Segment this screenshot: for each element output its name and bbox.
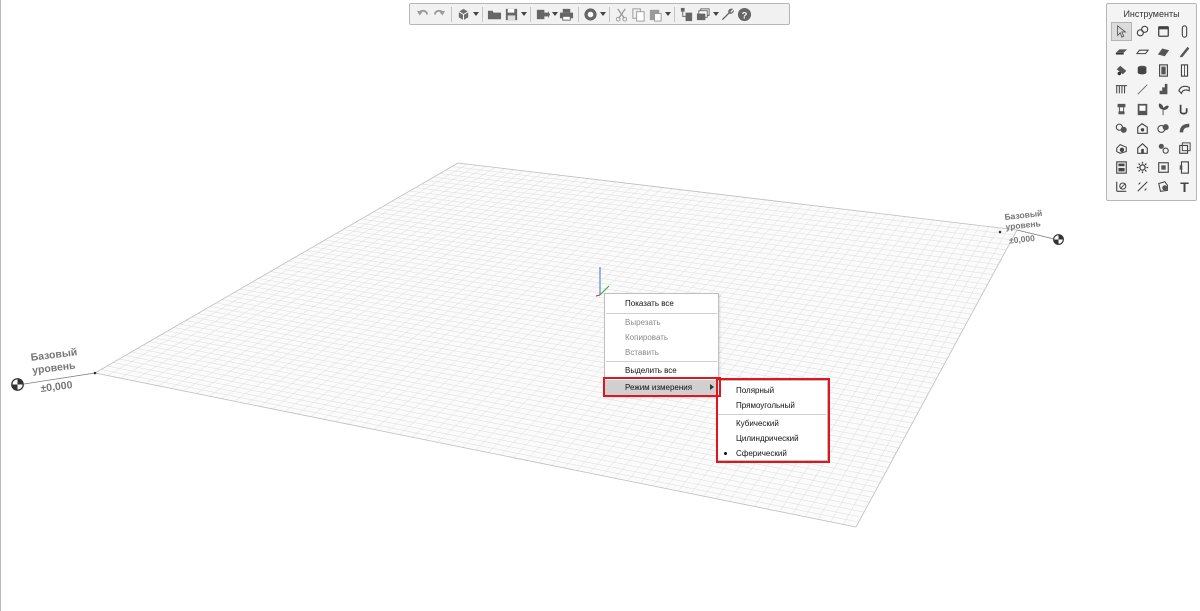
tools-palette-title: Инструменты bbox=[1123, 9, 1180, 19]
submenu-item-label: Сферический bbox=[736, 449, 787, 458]
select-arrow-icon[interactable] bbox=[1111, 22, 1132, 42]
pipe-icon[interactable] bbox=[1174, 100, 1195, 119]
menu-item-copy[interactable]: Копировать bbox=[605, 330, 718, 345]
shape-icon[interactable] bbox=[1174, 119, 1195, 138]
wall-icon[interactable] bbox=[1153, 22, 1174, 41]
text-tool-glyph: T bbox=[1180, 178, 1189, 195]
toolbar-separator bbox=[530, 6, 531, 22]
submenu-item-cylindrical[interactable]: Цилиндрический bbox=[717, 431, 827, 446]
undo-icon[interactable] bbox=[414, 5, 431, 23]
redo-icon[interactable] bbox=[431, 5, 448, 23]
submenu-item-cubic[interactable]: Кубический bbox=[717, 416, 827, 431]
menu-separator bbox=[606, 313, 717, 314]
fixture-icon[interactable] bbox=[1111, 100, 1132, 119]
plant-icon[interactable] bbox=[1153, 100, 1174, 119]
submenu-arrow-icon bbox=[710, 384, 714, 390]
render-icon[interactable] bbox=[582, 5, 599, 23]
level-name-line2: уровень bbox=[1005, 218, 1042, 232]
cut-plane-icon[interactable] bbox=[1132, 177, 1153, 196]
tools-grid: T bbox=[1111, 22, 1195, 197]
help-icon[interactable]: ? bbox=[736, 5, 753, 23]
layers-dropdown-icon[interactable] bbox=[712, 5, 719, 23]
beam-icon[interactable] bbox=[1132, 41, 1153, 60]
cut-icon[interactable] bbox=[613, 5, 630, 23]
gear-icon[interactable] bbox=[1132, 158, 1153, 177]
export-dropdown-icon[interactable] bbox=[551, 5, 558, 23]
save-icon[interactable] bbox=[503, 5, 520, 23]
level-marker-icon[interactable] bbox=[11, 378, 24, 391]
open-folder-icon[interactable] bbox=[486, 5, 503, 23]
box-icon[interactable] bbox=[1174, 138, 1195, 157]
tools-palette: Инструменты T bbox=[1106, 3, 1197, 201]
save-dropdown-icon[interactable] bbox=[520, 5, 527, 23]
light-icon[interactable] bbox=[1153, 138, 1174, 157]
render-dropdown-icon[interactable] bbox=[599, 5, 606, 23]
base-level-label-left: Базовый уровень ±0,000 bbox=[30, 346, 82, 396]
materials-icon[interactable] bbox=[1153, 119, 1174, 138]
menu-separator bbox=[718, 414, 826, 415]
level-marker-icon[interactable] bbox=[1053, 234, 1064, 245]
menu-item-paste[interactable]: Вставить bbox=[605, 345, 718, 360]
room-icon[interactable] bbox=[1153, 158, 1174, 177]
toolbar-separator bbox=[482, 6, 483, 22]
column-icon[interactable] bbox=[1174, 22, 1195, 41]
checked-bullet-icon bbox=[724, 452, 727, 455]
roof-icon[interactable] bbox=[1153, 41, 1174, 60]
toolbar-separator bbox=[674, 6, 675, 22]
toolbar-separator bbox=[609, 6, 610, 22]
pencil-icon[interactable] bbox=[1174, 41, 1195, 60]
object-icon[interactable] bbox=[1132, 119, 1153, 138]
3d-view-icon[interactable] bbox=[455, 5, 472, 23]
cylinder-icon[interactable] bbox=[1132, 61, 1153, 80]
layers-icon[interactable] bbox=[695, 5, 712, 23]
svg-text:?: ? bbox=[742, 10, 748, 20]
print-icon[interactable] bbox=[558, 5, 575, 23]
mesh-icon[interactable] bbox=[1111, 61, 1132, 80]
line-icon[interactable] bbox=[1132, 80, 1153, 99]
menu-item-cut[interactable]: Вырезать bbox=[605, 315, 718, 330]
house-icon[interactable] bbox=[1132, 138, 1153, 157]
toolbar-separator bbox=[451, 6, 452, 22]
label-icon[interactable] bbox=[1153, 177, 1174, 196]
menu-separator bbox=[606, 361, 717, 362]
submenu-item-rectangular[interactable]: Прямоугольный bbox=[717, 398, 827, 413]
furniture-icon[interactable] bbox=[1111, 138, 1132, 157]
duct-icon[interactable] bbox=[1174, 80, 1195, 99]
menu-separator bbox=[606, 378, 717, 379]
measure-mode-submenu: Полярный Прямоугольный Кубический Цилинд… bbox=[716, 380, 828, 461]
paste-dropdown-icon[interactable] bbox=[664, 5, 671, 23]
menu-item-measure-mode[interactable]: Режим измерения bbox=[605, 380, 718, 396]
section-icon[interactable] bbox=[1111, 177, 1132, 196]
submenu-item-polar[interactable]: Полярный bbox=[717, 383, 827, 398]
wrench-icon[interactable] bbox=[719, 5, 736, 23]
toolbar-separator bbox=[578, 6, 579, 22]
export-icon[interactable] bbox=[534, 5, 551, 23]
building-icon[interactable] bbox=[1111, 158, 1132, 177]
plan-icon[interactable] bbox=[678, 5, 695, 23]
base-level-label-right: Базовый уровень ±0,000 bbox=[1004, 208, 1045, 246]
texture-icon[interactable] bbox=[1111, 119, 1132, 138]
level-anchor-dot bbox=[998, 230, 1002, 234]
3d-view-dropdown-icon[interactable] bbox=[472, 5, 479, 23]
camera-icon[interactable] bbox=[1132, 22, 1153, 41]
level-anchor-dot bbox=[93, 371, 97, 375]
menu-item-label: Режим измерения bbox=[625, 383, 693, 392]
workspace-grid[interactable] bbox=[0, 0, 1200, 611]
stair-icon[interactable] bbox=[1153, 80, 1174, 99]
main-toolbar: ? bbox=[409, 3, 790, 25]
door-icon[interactable] bbox=[1153, 61, 1174, 80]
cabinet-icon[interactable] bbox=[1132, 100, 1153, 119]
paste-icon[interactable] bbox=[647, 5, 664, 23]
slab-icon[interactable] bbox=[1111, 41, 1132, 60]
menu-item-select-all[interactable]: Выделить все bbox=[605, 363, 718, 378]
text-icon[interactable]: T bbox=[1174, 177, 1195, 196]
context-menu: Показать все Вырезать Копировать Вставит… bbox=[604, 293, 719, 397]
grid-plane bbox=[95, 163, 1017, 527]
railing-icon[interactable] bbox=[1111, 80, 1132, 99]
copy-icon[interactable] bbox=[630, 5, 647, 23]
submenu-item-spherical[interactable]: Сферический bbox=[717, 446, 827, 461]
menu-item-show-all[interactable]: Показать все bbox=[605, 296, 718, 311]
window-icon[interactable] bbox=[1174, 61, 1195, 80]
zone-icon[interactable] bbox=[1174, 158, 1195, 177]
